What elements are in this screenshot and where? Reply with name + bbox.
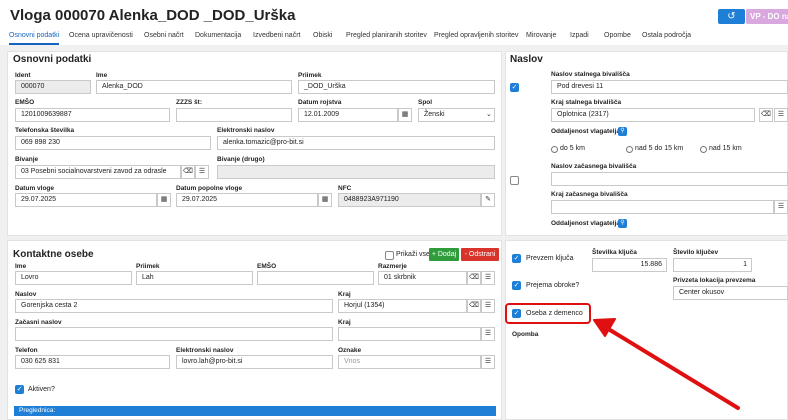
annotation-arrow bbox=[593, 318, 740, 410]
annotation-arrow-shaft bbox=[608, 328, 740, 410]
